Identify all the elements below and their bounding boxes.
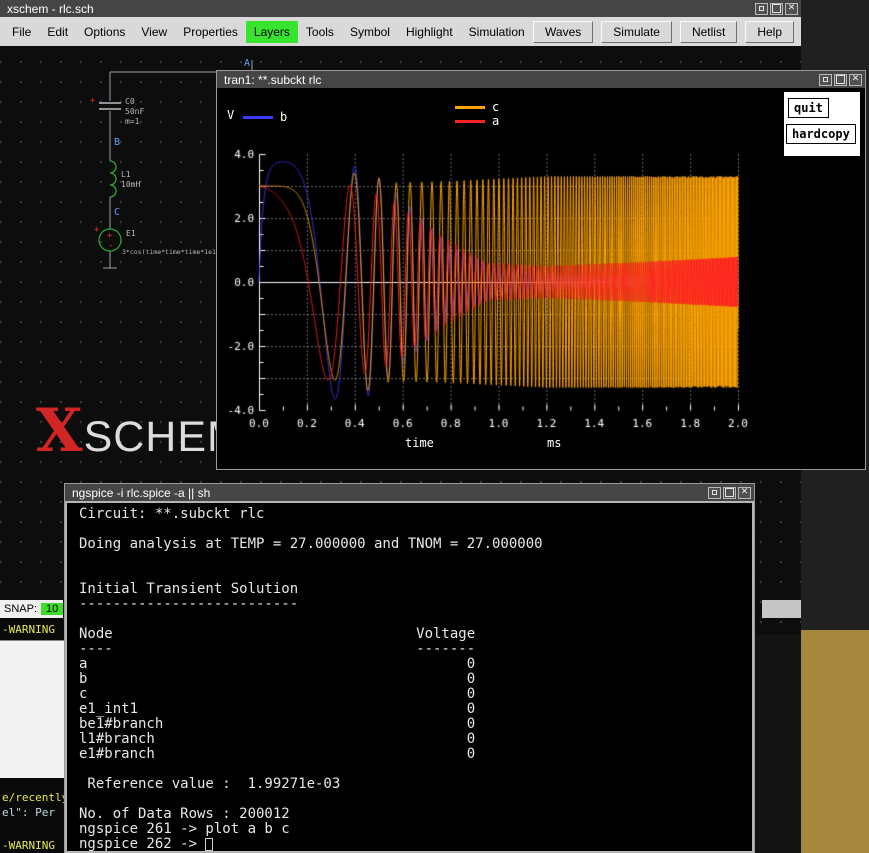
- menu-item-simulation[interactable]: Simulation: [461, 21, 533, 43]
- legend-entry-c: c: [455, 100, 499, 114]
- legend-swatch-b: [243, 116, 273, 119]
- terminal-output: Circuit: **.subckt rlc Doing analysis at…: [79, 507, 746, 837]
- ngspice-window-controls: ✕: [708, 487, 751, 499]
- maximize-icon: [772, 4, 781, 13]
- capacitor-attr: m=1: [125, 117, 140, 126]
- desktop: xschem - rlc.sch ✕ FileEditOptionsViewPr…: [0, 0, 869, 853]
- maximize-icon: [725, 488, 734, 497]
- fragment-warning-1: -WARNING: [2, 623, 55, 636]
- minimize-button[interactable]: [708, 487, 721, 499]
- menu-bar: FileEditOptionsViewPropertiesLayersTools…: [0, 17, 801, 47]
- maximize-button[interactable]: [723, 487, 736, 499]
- close-button[interactable]: ✕: [785, 3, 798, 15]
- simulate-button[interactable]: Simulate: [601, 21, 672, 43]
- menu-item-tools[interactable]: Tools: [298, 21, 342, 43]
- xschem-logo: X SCHEM: [36, 396, 244, 466]
- minimize-button[interactable]: [755, 3, 768, 15]
- tran1-titlebar[interactable]: tran1: **.subckt rlc ✕: [217, 71, 865, 88]
- source-ref: E1: [126, 229, 136, 238]
- snap-label: SNAP:: [4, 603, 37, 615]
- close-icon: ✕: [852, 75, 860, 84]
- ngspice-window-title: ngspice -i rlc.spice -a || sh: [72, 486, 704, 500]
- y-axis-unit: V: [227, 108, 234, 122]
- minimize-icon: [823, 77, 828, 82]
- terminal-cursor: [205, 838, 213, 851]
- xschem-window-controls: ✕: [755, 3, 798, 15]
- source-plus-mark: +: [107, 231, 113, 241]
- netlist-button[interactable]: Netlist: [680, 21, 737, 43]
- minimize-button[interactable]: [819, 74, 832, 86]
- snap-value[interactable]: 10: [41, 603, 63, 615]
- legend-swatch-c: [455, 106, 485, 109]
- terminal-prompt: ngspice 262 ->: [79, 837, 205, 852]
- menu-item-properties[interactable]: Properties: [175, 21, 246, 43]
- maximize-icon: [836, 75, 845, 84]
- waveform-viewer-window: tran1: **.subckt rlc ✕ V b c a time: [216, 70, 866, 470]
- capacitor-symbol[interactable]: [99, 103, 121, 109]
- menu-items: FileEditOptionsViewPropertiesLayersTools…: [4, 21, 533, 43]
- xschem-window-title: xschem - rlc.sch: [7, 2, 751, 16]
- ngspice-terminal-window: ngspice -i rlc.spice -a || sh ✕ Circuit:…: [64, 483, 755, 853]
- ngspice-titlebar[interactable]: ngspice -i rlc.spice -a || sh ✕: [65, 484, 754, 501]
- net-label-a[interactable]: A: [244, 58, 250, 69]
- x-axis-unit: ms: [547, 436, 561, 450]
- maximize-button[interactable]: [770, 3, 783, 15]
- terminal-prompt-row: ngspice 262 ->: [79, 837, 746, 852]
- inductor-ref: L1: [121, 170, 131, 179]
- desktop-background-tan: [801, 630, 869, 853]
- tran1-window-controls: ✕: [819, 74, 862, 86]
- background-window-fragment: -WARNING e/recently el": Per -WARNING: [0, 618, 64, 853]
- waves-button[interactable]: Waves: [533, 21, 593, 43]
- legend-label-b: b: [280, 110, 287, 124]
- menu-item-file[interactable]: File: [4, 21, 39, 43]
- net-label-b[interactable]: B: [114, 137, 120, 148]
- waveform-plot[interactable]: [217, 88, 865, 469]
- xschem-titlebar[interactable]: xschem - rlc.sch ✕: [0, 0, 801, 17]
- menu-item-options[interactable]: Options: [76, 21, 133, 43]
- hardcopy-button[interactable]: hardcopy: [786, 124, 856, 144]
- capacitor-plus-mark: +: [90, 96, 96, 106]
- close-button[interactable]: ✕: [849, 74, 862, 86]
- fragment-white-panel: [0, 640, 64, 778]
- inductor-value: 10mH: [121, 180, 140, 189]
- legend-label-a: a: [492, 114, 499, 128]
- menu-action-buttons: Waves Simulate Netlist Help: [533, 21, 797, 43]
- tran1-window-title: tran1: **.subckt rlc: [224, 73, 815, 87]
- fragment-line-2: el": Per: [2, 806, 55, 819]
- minimize-icon: [759, 6, 764, 11]
- inductor-symbol[interactable]: [110, 161, 116, 197]
- legend-entry-a: a: [455, 114, 499, 128]
- net-label-c[interactable]: C: [114, 207, 120, 218]
- source-minus-mark: -: [108, 241, 113, 251]
- capacitor-ref: C0: [125, 97, 135, 106]
- help-button[interactable]: Help: [745, 21, 794, 43]
- close-icon: ✕: [788, 4, 796, 13]
- xschem-logo-x: X: [36, 396, 83, 466]
- legend-label-c: c: [492, 100, 499, 114]
- legend-swatch-a: [455, 120, 485, 123]
- legend-entry-b: b: [243, 110, 287, 124]
- x-axis-label: time: [405, 436, 434, 450]
- source-top-plus-mark: +: [94, 225, 100, 235]
- maximize-button[interactable]: [834, 74, 847, 86]
- menu-item-edit[interactable]: Edit: [39, 21, 76, 43]
- minimize-icon: [712, 490, 717, 495]
- statusbar-right-box: [762, 600, 801, 618]
- plot-control-panel: quit hardcopy: [783, 91, 861, 157]
- snap-indicator: SNAP: 10: [0, 600, 63, 618]
- menu-item-symbol[interactable]: Symbol: [342, 21, 398, 43]
- quit-button[interactable]: quit: [788, 98, 829, 118]
- close-icon: ✕: [741, 488, 749, 497]
- menu-item-layers[interactable]: Layers: [246, 21, 298, 43]
- capacitor-value: 50nF: [125, 107, 144, 116]
- menu-item-view[interactable]: View: [133, 21, 175, 43]
- fragment-line-3: -WARNING: [2, 839, 55, 852]
- close-button[interactable]: ✕: [738, 487, 751, 499]
- menu-item-highlight[interactable]: Highlight: [398, 21, 461, 43]
- waveform-plot-area: V b c a time ms quit hardcopy: [217, 88, 865, 469]
- terminal[interactable]: Circuit: **.subckt rlc Doing analysis at…: [65, 501, 754, 853]
- source-expression: 3*cos(time*time*time*1e11): [122, 248, 224, 256]
- fragment-line-1: e/recently: [2, 791, 64, 804]
